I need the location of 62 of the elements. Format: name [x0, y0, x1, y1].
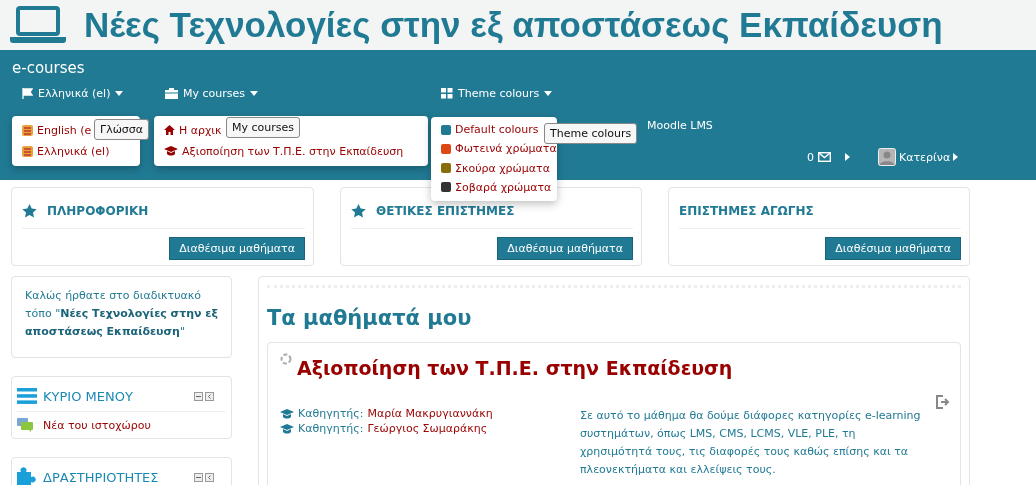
news-link[interactable]: Νέα του ιστοχώρου: [43, 418, 151, 432]
welcome-text: Καλώς ήρθατε στο διαδικτυακό τόπο "Νέες Τεχνολογίες στην εξ αποστάσεως Εκπαίδευση": [25, 288, 218, 340]
star-icon: [22, 204, 37, 218]
available-courses-button[interactable]: Διαθέσιμα μαθήματα: [825, 237, 961, 260]
category-title[interactable]: ΕΠΙΣΤΗΜΕΣ ΑΓΩΓΗΣ: [679, 204, 814, 218]
caret-icon: [250, 90, 258, 96]
language-option[interactable]: Ελληνικά (el): [37, 144, 110, 158]
teacher-link[interactable]: Γεώργιος Σωμαράκης: [367, 422, 488, 435]
block-controls-icon[interactable]: [194, 391, 216, 401]
available-courses-button[interactable]: Διαθέσιμα μαθήματα: [497, 237, 633, 260]
tooltip: My courses: [226, 117, 300, 138]
theme-option[interactable]: Σοβαρά χρώματα: [455, 180, 552, 194]
puzzle-icon: [17, 467, 37, 485]
course-link[interactable]: Αξιοποίηση των Τ.Π.Ε. στην Εκπαίδευση: [182, 144, 404, 158]
graduation-cap-icon: [164, 146, 178, 156]
unenrol-icon[interactable]: [936, 395, 950, 409]
caret-right-icon: [953, 153, 959, 161]
caret-icon: [115, 90, 124, 96]
site-title: Νέες Τεχνολογίες στην εξ αποστάσεως Εκπαίδευση: [84, 5, 943, 45]
nav-menu[interactable]: My courses: [165, 86, 258, 100]
course-icon: [280, 353, 292, 365]
teacher-link[interactable]: Μαρία Μακρυγιαννάκη: [367, 407, 493, 420]
language-option[interactable]: English (e: [37, 123, 92, 137]
star-icon: [351, 204, 366, 218]
theme-option[interactable]: Σκούρα χρώματα: [455, 161, 550, 175]
envelope-icon: [818, 152, 831, 162]
available-courses-button[interactable]: Διαθέσιμα μαθήματα: [169, 237, 305, 260]
block-title: ΔΡΑΣΤΗΡΙΟΤΗΤΕΣ: [43, 469, 160, 485]
briefcase-icon: [165, 87, 178, 99]
caret-icon: [544, 90, 553, 96]
nav-menu[interactable]: Ελληνικά (el): [22, 86, 124, 100]
teacher-role: Καθηγητής:: [298, 422, 364, 435]
tooltip: Theme colours: [544, 123, 638, 144]
caret-right-icon[interactable]: [845, 153, 850, 161]
course-summary: Σε αυτό το μάθημα θα δούμε διάφορες κατηγορίες e-learning συστημάτων, όπως LMS, CMS, LCMS, VLE, PLE, τη χρησιμότητά τους, τις διαφορές τους καθώς επίσης και τα πλεονεκτήματα και ελλείψεις τους.: [580, 408, 922, 478]
user-menu[interactable]: Κατερίνα: [878, 148, 959, 166]
graduation-cap-icon: [280, 408, 294, 419]
course-title[interactable]: Αξιοποίηση των Τ.Π.Ε. στην Εκπαίδευση: [297, 357, 733, 379]
nav-link[interactable]: Moodle LMS: [647, 118, 713, 132]
theme-option[interactable]: Φωτεινά χρώματα: [455, 142, 557, 156]
grid-icon: [441, 87, 453, 99]
graduation-cap-icon: [280, 423, 294, 434]
avatar-icon: [878, 148, 896, 166]
block-title: ΚΥΡΙΟ ΜΕΝΟΥ: [43, 388, 134, 404]
theme-option[interactable]: Default colours: [455, 123, 539, 137]
category-title[interactable]: ΘΕΤΙΚΕΣ ΕΠΙΣΤΗΜΕΣ: [376, 204, 515, 218]
language-flag-icon: [22, 145, 33, 157]
category-title[interactable]: ΠΛΗΡΟΦΟΡΙΚΗ: [47, 204, 149, 218]
chat-icon: [17, 418, 33, 432]
laptop-icon: [10, 6, 66, 44]
home-icon: [164, 125, 175, 135]
brand-link[interactable]: e-courses: [0, 50, 97, 78]
flag-icon: [22, 87, 33, 99]
course-link[interactable]: Η αρχικ: [179, 123, 222, 137]
section-heading: Τα μαθήματά μου: [267, 306, 473, 330]
tooltip: Γλώσσα: [94, 119, 150, 140]
messages-menu[interactable]: 0: [807, 150, 831, 164]
menu-icon: [17, 388, 37, 404]
block-controls-icon[interactable]: [194, 472, 216, 482]
teacher-role: Καθηγητής:: [298, 407, 364, 420]
nav-menu[interactable]: Theme colours: [441, 86, 553, 100]
language-flag-icon: [22, 124, 33, 136]
